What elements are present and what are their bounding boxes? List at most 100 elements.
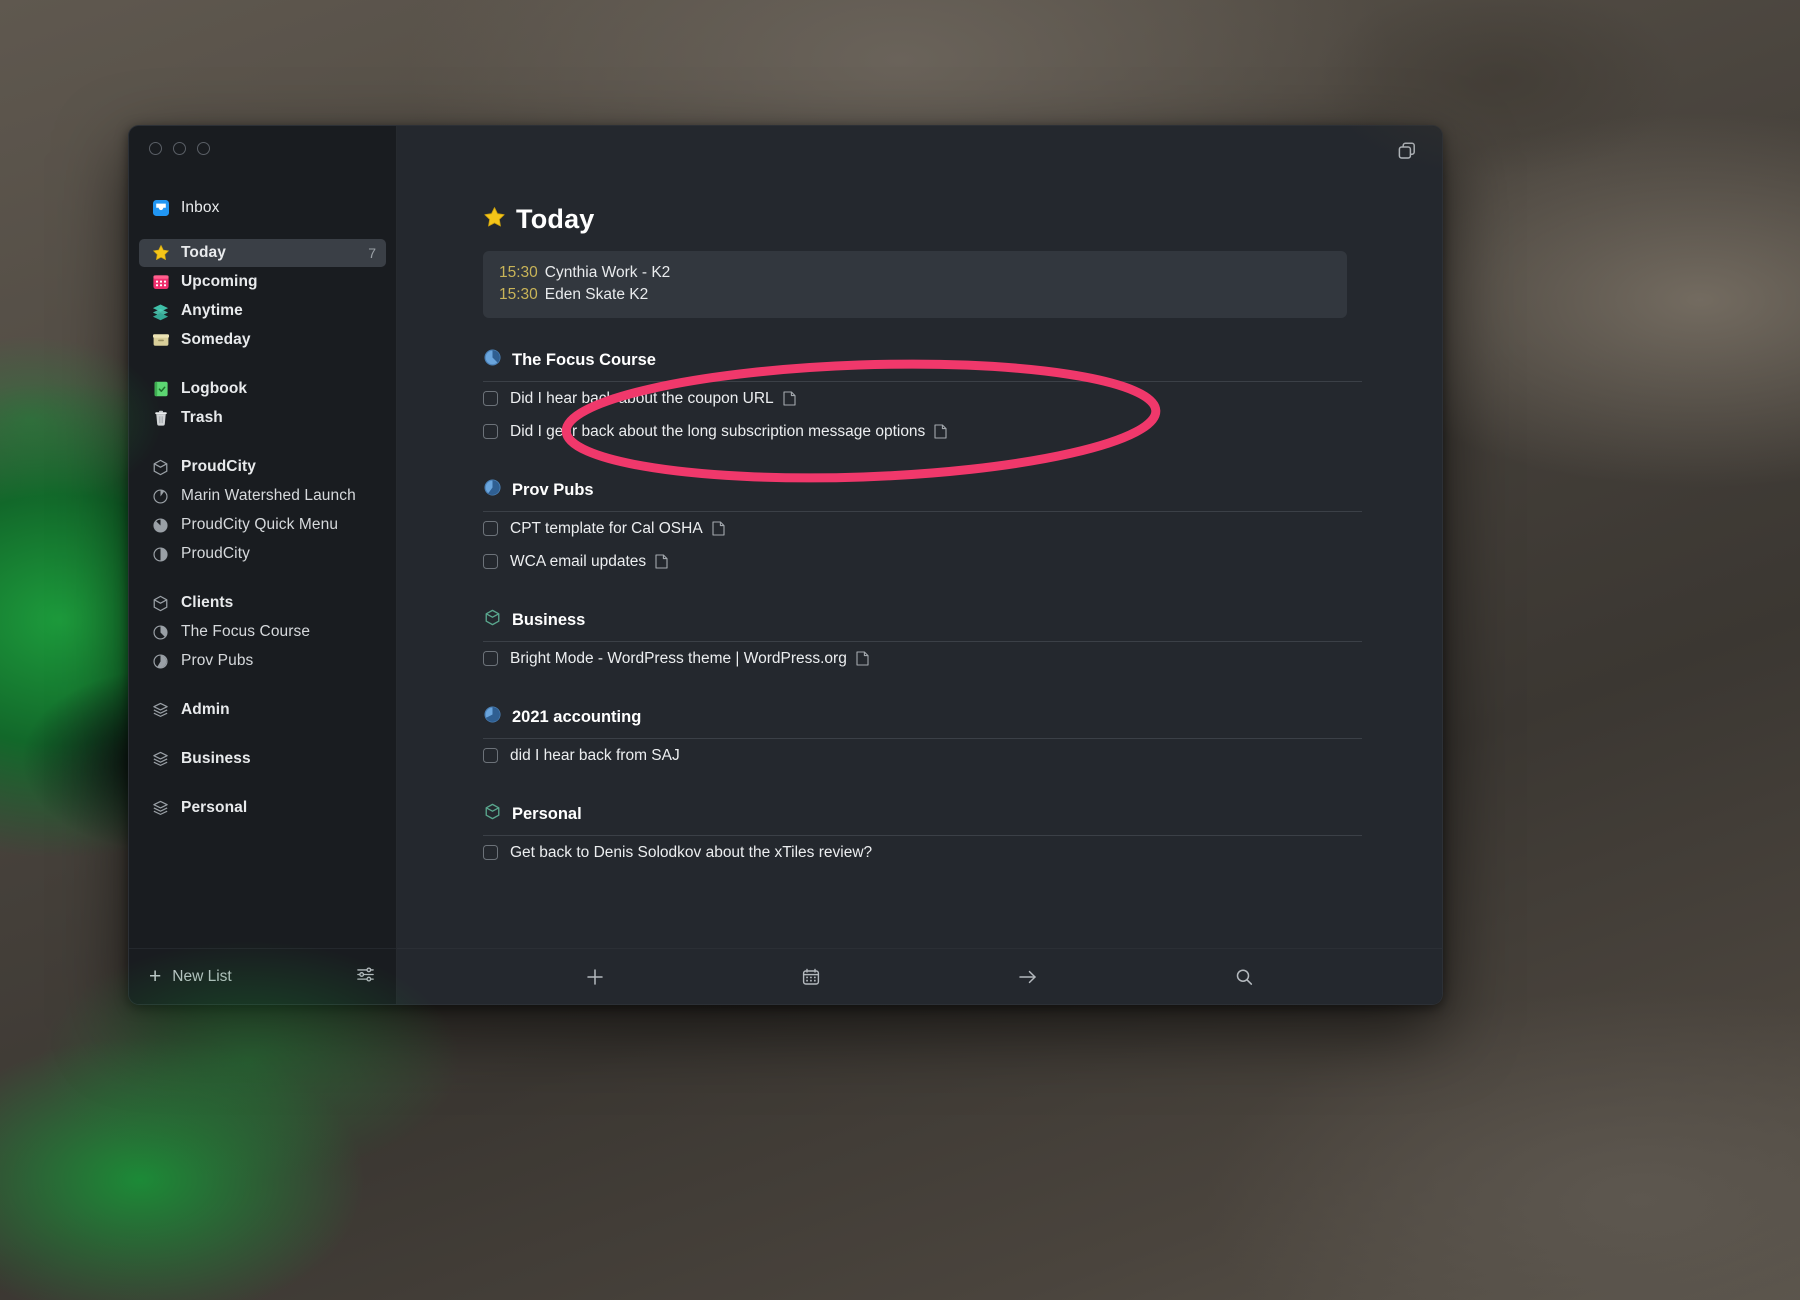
task-group-header[interactable]: 2021 accounting bbox=[397, 705, 1442, 729]
task-group-title: Business bbox=[512, 610, 586, 629]
sliders-icon[interactable] bbox=[355, 964, 376, 990]
task-group: The Focus Course Did I hear back about t… bbox=[397, 348, 1442, 448]
duplicate-windows-icon[interactable] bbox=[1396, 140, 1418, 167]
calendar-event[interactable]: 15:30 Cynthia Work - K2 bbox=[499, 262, 1331, 284]
sidebar-item-inbox[interactable]: Inbox bbox=[139, 194, 386, 222]
sidebar-project-the-focus-course[interactable]: The Focus Course bbox=[139, 618, 386, 646]
zoom-button[interactable] bbox=[197, 142, 210, 155]
task-row[interactable]: WCA email updates bbox=[397, 545, 1442, 578]
arrow-right-icon[interactable] bbox=[1008, 962, 1048, 992]
task-title: WCA email updates bbox=[510, 552, 647, 570]
sidebar-item-label: Upcoming bbox=[181, 273, 258, 290]
task-group-header[interactable]: Personal bbox=[397, 802, 1442, 826]
sidebar-item-label: Trash bbox=[181, 409, 223, 426]
layers-icon bbox=[151, 302, 170, 321]
sidebar-project-proudcity[interactable]: ProudCity bbox=[139, 540, 386, 568]
event-title: Eden Skate K2 bbox=[544, 286, 649, 303]
task-checkbox[interactable] bbox=[483, 391, 498, 406]
sidebar-project-label: ProudCity Quick Menu bbox=[181, 516, 339, 533]
task-group-header[interactable]: Prov Pubs bbox=[397, 478, 1442, 502]
task-checkbox[interactable] bbox=[483, 748, 498, 763]
task-row[interactable]: Did I hear back about the coupon URL bbox=[397, 382, 1442, 415]
main-top-bar bbox=[397, 126, 1442, 182]
page-title: Today bbox=[397, 182, 1442, 251]
task-group-title: Prov Pubs bbox=[512, 480, 594, 499]
area-stack-icon bbox=[151, 701, 170, 720]
task-group: 2021 accounting did I hear back from SAJ bbox=[397, 705, 1442, 772]
sidebar-item-label: Inbox bbox=[181, 199, 220, 216]
search-icon[interactable] bbox=[1224, 962, 1264, 992]
project-progress-icon bbox=[483, 705, 502, 729]
logbook-icon bbox=[151, 380, 170, 399]
task-group: Personal Get back to Denis Solodkov abou… bbox=[397, 802, 1442, 869]
project-progress-icon bbox=[483, 478, 502, 502]
sidebar-item-count: 7 bbox=[368, 245, 376, 261]
task-row[interactable]: Bright Mode - WordPress theme | WordPres… bbox=[397, 642, 1442, 675]
sidebar-area-personal[interactable]: Personal bbox=[139, 794, 386, 822]
calendar-event[interactable]: 15:30 Eden Skate K2 bbox=[499, 284, 1331, 306]
page-title-text: Today bbox=[516, 204, 595, 234]
area-hexagon-icon bbox=[483, 608, 502, 632]
task-title: CPT template for Cal OSHA bbox=[510, 519, 703, 537]
calendar-icon[interactable] bbox=[791, 962, 831, 992]
task-row[interactable]: did I hear back from SAJ bbox=[397, 739, 1442, 772]
sidebar-area-business[interactable]: Business bbox=[139, 745, 386, 773]
event-time: 15:30 bbox=[499, 264, 538, 281]
note-icon bbox=[655, 554, 668, 569]
archive-box-icon bbox=[151, 331, 170, 350]
task-row[interactable]: Did I gear back about the long subscript… bbox=[397, 415, 1442, 448]
close-button[interactable] bbox=[149, 142, 162, 155]
task-group-header[interactable]: Business bbox=[397, 608, 1442, 632]
star-icon bbox=[483, 206, 506, 234]
new-list-button[interactable]: + New List bbox=[149, 966, 232, 987]
sidebar: Inbox Today 7 Upcoming Anytime Someday L… bbox=[129, 126, 397, 1004]
project-progress-icon bbox=[151, 623, 170, 642]
sidebar-item-someday[interactable]: Someday bbox=[139, 326, 386, 354]
task-row[interactable]: Get back to Denis Solodkov about the xTi… bbox=[397, 836, 1442, 869]
task-group-header[interactable]: The Focus Course bbox=[397, 348, 1442, 372]
sidebar-item-anytime[interactable]: Anytime bbox=[139, 297, 386, 325]
desktop-wallpaper: Inbox Today 7 Upcoming Anytime Someday L… bbox=[0, 0, 1800, 1300]
task-checkbox[interactable] bbox=[483, 424, 498, 439]
today-content: Today 15:30 Cynthia Work - K2 15:30 Eden S… bbox=[397, 182, 1442, 948]
sidebar-item-trash[interactable]: Trash bbox=[139, 404, 386, 432]
area-stack-icon bbox=[151, 799, 170, 818]
sidebar-area-label: Admin bbox=[181, 701, 230, 718]
sidebar-project-proudcity-quick-menu[interactable]: ProudCity Quick Menu bbox=[139, 511, 386, 539]
task-checkbox[interactable] bbox=[483, 845, 498, 860]
sidebar-project-prov-pubs[interactable]: Prov Pubs bbox=[139, 647, 386, 675]
sidebar-item-logbook[interactable]: Logbook bbox=[139, 375, 386, 403]
minimize-button[interactable] bbox=[173, 142, 186, 155]
calendar-events-block[interactable]: 15:30 Cynthia Work - K2 15:30 Eden Skate K… bbox=[483, 251, 1347, 318]
sidebar-nav: Inbox Today 7 Upcoming Anytime Someday L… bbox=[129, 172, 396, 948]
task-checkbox[interactable] bbox=[483, 554, 498, 569]
sidebar-area-clients[interactable]: Clients bbox=[139, 589, 386, 617]
sidebar-item-today[interactable]: Today 7 bbox=[139, 239, 386, 267]
sidebar-item-upcoming[interactable]: Upcoming bbox=[139, 268, 386, 296]
sidebar-item-label: Anytime bbox=[181, 302, 243, 319]
task-checkbox[interactable] bbox=[483, 521, 498, 536]
inbox-icon bbox=[151, 199, 170, 218]
area-hexagon-icon bbox=[151, 594, 170, 613]
sidebar-project-label: ProudCity bbox=[181, 545, 250, 562]
task-checkbox[interactable] bbox=[483, 651, 498, 666]
sidebar-project-marin-watershed-launch[interactable]: Marin Watershed Launch bbox=[139, 482, 386, 510]
new-todo-button[interactable] bbox=[575, 962, 615, 992]
sidebar-area-label: ProudCity bbox=[181, 458, 256, 475]
note-icon bbox=[712, 521, 725, 536]
window-traffic-lights[interactable] bbox=[129, 126, 396, 172]
sidebar-area-admin[interactable]: Admin bbox=[139, 696, 386, 724]
project-progress-icon bbox=[151, 516, 170, 535]
star-icon bbox=[151, 244, 170, 263]
task-group-title: The Focus Course bbox=[512, 350, 656, 369]
note-icon bbox=[934, 424, 947, 439]
area-stack-icon bbox=[151, 750, 170, 769]
sidebar-area-proudcity[interactable]: ProudCity bbox=[139, 453, 386, 481]
task-row[interactable]: CPT template for Cal OSHA bbox=[397, 512, 1442, 545]
task-title: Get back to Denis Solodkov about the xTi… bbox=[510, 843, 873, 861]
